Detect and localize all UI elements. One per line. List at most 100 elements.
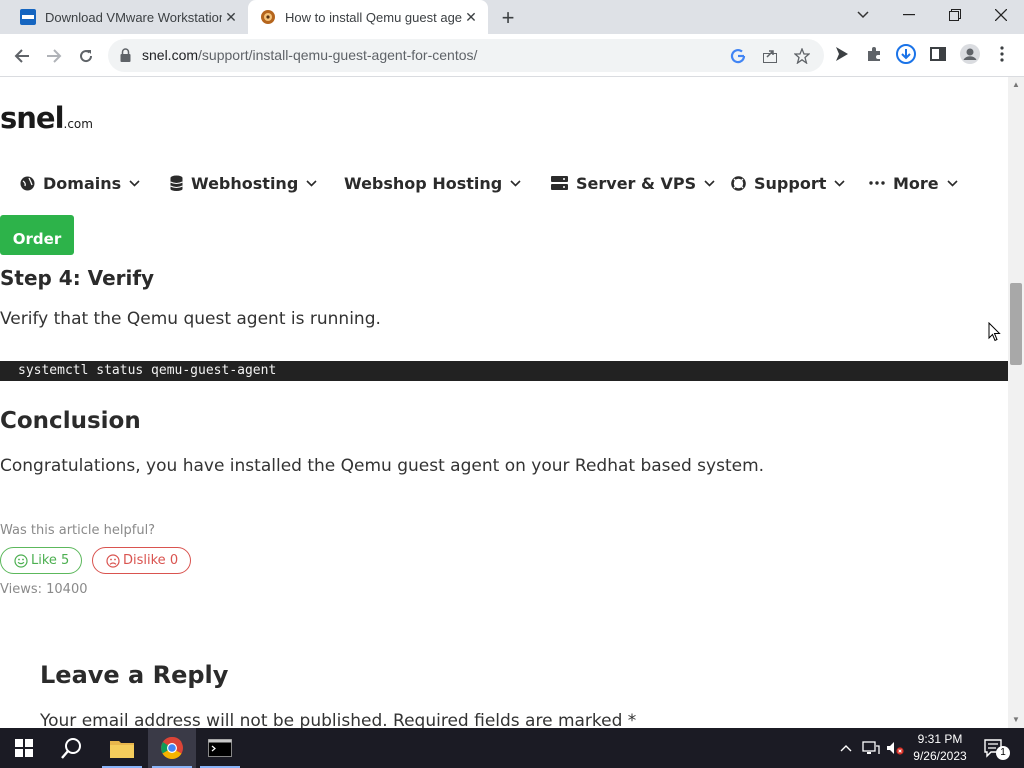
scroll-up-arrow-icon[interactable]: ▲ <box>1012 81 1020 89</box>
tab-strip: Download VMware Workstation Pro ✕ How to… <box>0 0 1024 34</box>
share-icon[interactable] <box>760 46 780 66</box>
clock-time: 9:31 PM <box>917 732 963 746</box>
vmware-icon <box>20 9 36 25</box>
ellipsis-icon <box>869 181 885 185</box>
notifications-button[interactable]: 1 <box>980 728 1010 768</box>
like-label: Like 5 <box>31 553 70 568</box>
scroll-thumb[interactable] <box>1010 283 1022 365</box>
address-bar[interactable]: snel.com/support/install-qemu-guest-agen… <box>108 39 824 72</box>
chevron-down-icon <box>704 179 715 187</box>
notification-count-badge: 1 <box>996 746 1010 760</box>
taskbar: 9:31 PM 9/26/2023 1 <box>0 728 1024 768</box>
arrow-right-icon <box>47 49 62 63</box>
close-window-button[interactable] <box>978 0 1024 30</box>
chevron-down-icon <box>834 179 845 187</box>
bookmark-star-icon[interactable] <box>792 46 812 66</box>
lock-icon[interactable] <box>120 48 131 67</box>
extensions-icon[interactable] <box>862 42 886 66</box>
google-icon[interactable] <box>728 46 748 66</box>
lifebuoy-icon <box>731 175 746 191</box>
server-icon <box>551 175 568 191</box>
conclusion-text: Congratulations, you have installed the … <box>0 456 765 476</box>
nav-item-more[interactable]: More <box>869 171 958 195</box>
show-hidden-icons-button[interactable] <box>838 728 854 768</box>
terminal-icon <box>208 739 232 757</box>
send-icon[interactable] <box>830 42 854 66</box>
nav-item-webhosting[interactable]: Webhosting <box>170 171 317 195</box>
globe-icon <box>20 176 35 191</box>
search-button[interactable] <box>48 728 96 768</box>
nav-label: Domains <box>43 173 122 193</box>
url-host: snel.com <box>142 47 199 63</box>
tab-snel[interactable]: How to install Qemu guest agent for Cent… <box>248 0 488 34</box>
scroll-down-arrow-icon[interactable]: ▼ <box>1012 716 1020 724</box>
snel-icon <box>260 9 276 25</box>
nav-item-server-vps[interactable]: Server & VPS <box>551 171 715 195</box>
chevron-up-icon <box>840 745 852 752</box>
nav-label: Support <box>754 173 827 193</box>
network-icon[interactable] <box>860 728 882 768</box>
reload-icon <box>80 50 93 63</box>
side-panel-icon[interactable] <box>926 42 950 66</box>
order-button[interactable]: Order <box>0 215 74 255</box>
nav-item-support[interactable]: Support <box>731 171 845 195</box>
windows-icon <box>15 739 33 757</box>
logo-text: snel <box>0 101 65 135</box>
volume-muted-icon[interactable] <box>884 728 906 768</box>
nav-item-domains[interactable]: Domains <box>20 171 140 195</box>
new-tab-button[interactable]: + <box>496 5 520 30</box>
close-icon[interactable]: ✕ <box>222 8 240 26</box>
nav-label: Webshop Hosting <box>344 173 503 193</box>
search-icon <box>61 738 81 759</box>
page-scrollbar[interactable]: ▲ ▼ <box>1008 77 1024 728</box>
url-path: /support/install-qemu-guest-agent-for-ce… <box>198 47 478 63</box>
dislike-button[interactable]: Dislike 0 <box>92 547 191 574</box>
chevron-down-icon <box>306 179 317 187</box>
site-logo[interactable]: snel.com <box>0 101 93 135</box>
tab-vmware[interactable]: Download VMware Workstation Pro ✕ <box>8 0 248 34</box>
like-button[interactable]: Like 5 <box>0 547 82 574</box>
nav-item-webshop-hosting[interactable]: Webshop Hosting <box>344 171 521 195</box>
profile-avatar-icon[interactable] <box>958 42 982 66</box>
step-heading: Step 4: Verify <box>0 266 155 290</box>
url-text: snel.com/support/install-qemu-guest-agen… <box>142 47 477 63</box>
chevron-down-icon <box>129 179 140 187</box>
arrow-left-icon <box>14 49 29 63</box>
nav-label: Server & VPS <box>576 173 697 193</box>
chrome-taskbar-button[interactable] <box>148 728 196 768</box>
browser-toolbar: snel.com/support/install-qemu-guest-agen… <box>0 34 1024 77</box>
tab-title: Download VMware Workstation Pro <box>45 9 222 25</box>
page-content: snel.com Domains Webhosting Webshop Host… <box>0 77 1008 728</box>
verify-text: Verify that the Qemu quest agent is runn… <box>0 309 381 329</box>
close-icon[interactable]: ✕ <box>462 8 480 26</box>
menu-kebab-icon[interactable] <box>990 42 1014 66</box>
frown-icon <box>106 553 120 568</box>
views-count: Views: 10400 <box>0 582 88 597</box>
forward-button[interactable] <box>40 42 68 70</box>
reload-button[interactable] <box>72 42 100 70</box>
file-explorer-button[interactable] <box>98 728 146 768</box>
nav-label: More <box>893 173 939 193</box>
start-button[interactable] <box>0 728 48 768</box>
helpful-label: Was this article helpful? <box>0 523 156 538</box>
download-icon[interactable] <box>894 42 918 66</box>
smile-icon <box>14 553 28 568</box>
database-icon <box>170 175 183 191</box>
restore-button[interactable] <box>932 0 978 30</box>
folder-icon <box>110 741 134 758</box>
reply-heading: Leave a Reply <box>40 661 229 689</box>
minimize-button[interactable] <box>886 0 932 30</box>
tab-title: How to install Qemu guest agent for Cent… <box>285 9 462 25</box>
terminal-button[interactable] <box>196 728 244 768</box>
clock-date: 9/26/2023 <box>913 749 967 763</box>
chevron-down-icon <box>947 179 958 187</box>
conclusion-heading: Conclusion <box>0 408 141 434</box>
back-button[interactable] <box>8 42 36 70</box>
tab-search-button[interactable] <box>840 0 886 30</box>
system-clock[interactable]: 9:31 PM 9/26/2023 <box>908 731 972 765</box>
chevron-down-icon <box>857 11 869 19</box>
dislike-label: Dislike 0 <box>123 553 179 568</box>
chevron-down-icon <box>510 179 521 187</box>
code-block: systemctl status qemu-guest-agent <box>0 361 1008 381</box>
logo-suffix: .com <box>63 117 93 131</box>
